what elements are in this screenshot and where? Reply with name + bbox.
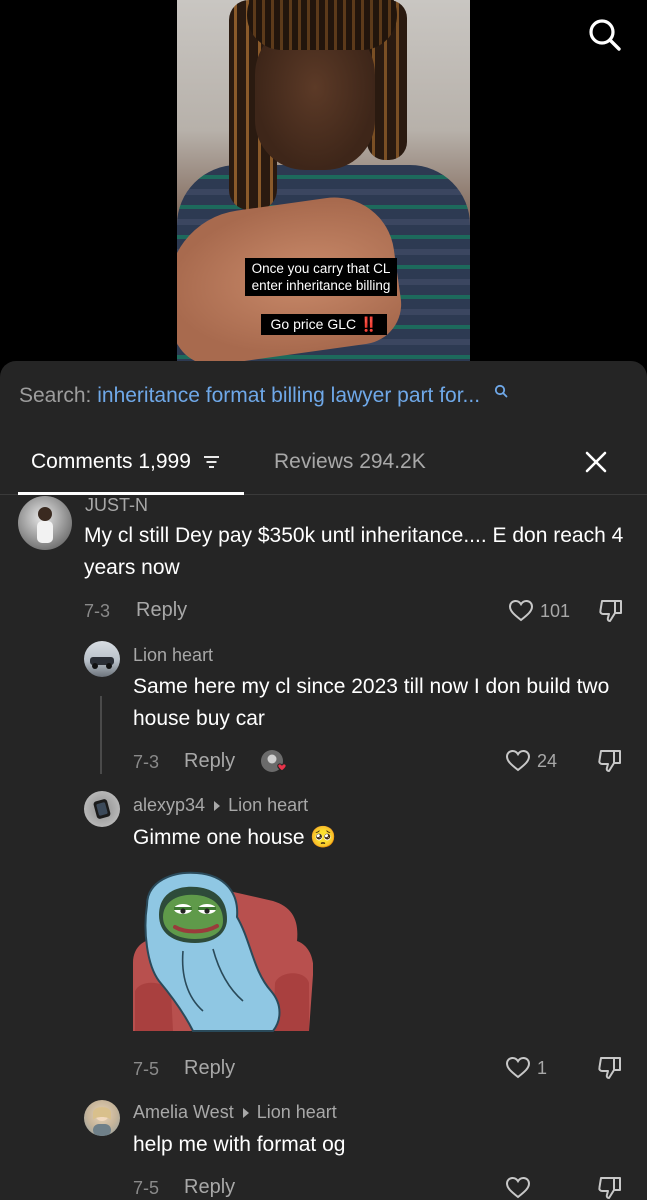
comment-date: 7-3 [133, 752, 160, 772]
reply-button[interactable]: Reply [184, 1176, 235, 1199]
avatar[interactable] [84, 641, 120, 677]
heart-icon [505, 749, 531, 772]
reply-arrow-icon [214, 801, 221, 812]
dislike-icon[interactable] [596, 1174, 624, 1200]
comment-username[interactable]: Lion heart [133, 645, 213, 666]
thread-line [100, 696, 102, 774]
like-button[interactable] [505, 1174, 531, 1200]
like-count: 24 [537, 750, 558, 771]
video-player[interactable]: Once you carry that CL enter inheritance… [0, 0, 647, 372]
avatar-watch-icon [93, 799, 111, 819]
reply-button[interactable]: Reply [184, 1057, 235, 1080]
avatar[interactable] [84, 1100, 120, 1136]
comment-date: 7-5 [133, 1059, 160, 1079]
avatar[interactable] [18, 496, 72, 550]
heart-icon [508, 599, 534, 622]
like-count: 101 [540, 600, 571, 621]
dislike-icon[interactable] [596, 747, 624, 775]
search-prefix: Search: [19, 384, 92, 407]
search-query-link[interactable]: inheritance format billing lawyer part f… [97, 384, 480, 407]
comment-date: 7-5 [133, 1178, 160, 1198]
pepe-sticker-image[interactable] [133, 871, 313, 1033]
comment-text: Same here my cl since 2023 till now I do… [133, 675, 610, 730]
filter-icon[interactable] [203, 455, 220, 469]
video-caption-price: Go price GLC ‼️ [261, 314, 387, 335]
comments-sheet: Search: inheritance format billing lawye… [0, 361, 647, 1200]
like-count: 1 [537, 1057, 548, 1078]
tab-comments[interactable]: Comments 1,999 [31, 450, 220, 474]
comment-username-text: alexyp34 [133, 795, 206, 815]
avatar-person-icon [93, 1107, 111, 1136]
close-icon[interactable] [583, 449, 609, 475]
avatar[interactable] [84, 791, 120, 827]
avatar-car-icon [90, 657, 114, 669]
video-caption-line1: Once you carry that CL [251, 261, 391, 276]
reply-button[interactable]: Reply [136, 599, 187, 622]
video-frame[interactable]: Once you carry that CL enter inheritance… [177, 0, 470, 372]
comment-date: 7-3 [84, 601, 111, 621]
reply-to-username[interactable]: Lion heart [257, 1102, 337, 1122]
reply-arrow-icon [242, 1108, 249, 1119]
tab-comments-label: Comments 1,999 [31, 450, 191, 473]
dislike-icon[interactable] [597, 597, 625, 625]
search-suggestion[interactable]: Search: inheritance format billing lawye… [19, 384, 508, 408]
comment-text: My cl still Dey pay $350k untl inheritan… [84, 524, 624, 579]
dislike-icon[interactable] [596, 1054, 624, 1082]
avatar-person-icon [37, 507, 53, 543]
like-button[interactable]: 101 [508, 597, 570, 625]
video-caption-price-text: Go price GLC [270, 316, 357, 332]
tab-reviews[interactable]: Reviews 294.2K [274, 450, 426, 474]
comments-tabs: Comments 1,999 Reviews 294.2K [0, 443, 647, 495]
heart-icon [505, 1056, 531, 1079]
comment-username[interactable]: JUST-N [85, 495, 148, 516]
reply-to-username[interactable]: Lion heart [228, 795, 308, 815]
creator-liked-icon [261, 750, 287, 772]
reply-button[interactable]: Reply [184, 750, 235, 773]
video-caption: Once you carry that CL enter inheritance… [245, 258, 397, 296]
like-button[interactable]: 24 [505, 747, 557, 775]
comment-text: Gimme one house 🥺 [133, 826, 337, 849]
like-button[interactable]: 1 [505, 1054, 547, 1082]
search-icon [494, 384, 508, 398]
search-icon[interactable] [586, 16, 624, 54]
video-caption-bang: ‼️ [360, 316, 378, 332]
comment-username-text: Amelia West [133, 1102, 234, 1122]
comment-text: help me with format og [133, 1133, 346, 1156]
comment-username[interactable]: alexyp34 Lion heart [133, 795, 308, 816]
video-caption-line2: enter inheritance billing [251, 278, 391, 293]
comment-username[interactable]: Amelia West Lion heart [133, 1102, 337, 1123]
video-person-hair-top [247, 0, 397, 50]
heart-icon [505, 1176, 531, 1199]
